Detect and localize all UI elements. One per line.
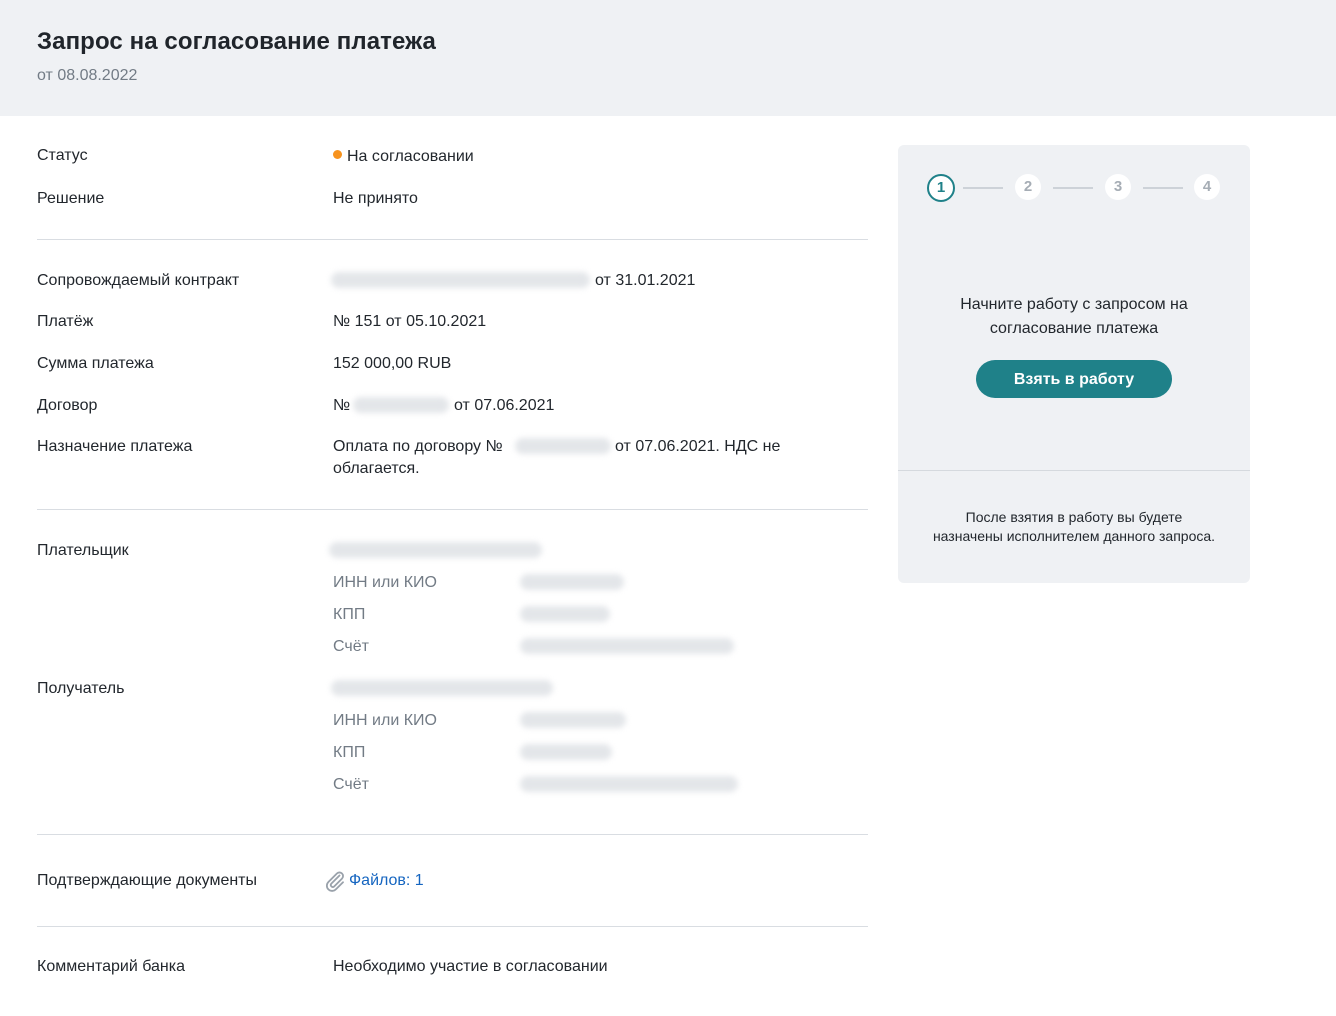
status-text: На согласовании (347, 148, 474, 165)
agreement-label: Договор (37, 397, 98, 414)
step-1-indicator: 1 (927, 174, 955, 202)
recipient-account-label: Счёт (333, 776, 369, 793)
paperclip-icon (325, 871, 344, 892)
step-4-indicator: 4 (1194, 174, 1220, 200)
documents-files-link[interactable]: Файлов: 1 (349, 872, 424, 890)
purpose-prefix: Оплата по договору № (333, 438, 503, 455)
page-date: от 08.08.2022 (37, 67, 138, 84)
panel-note: После взятия в работу вы будете назначен… (898, 508, 1250, 546)
purpose-line2: облагается. (333, 460, 420, 477)
take-to-work-button[interactable]: Взять в работу (976, 360, 1172, 398)
step-2-indicator: 2 (1015, 174, 1041, 200)
payer-label: Плательщик (37, 542, 129, 559)
payment-value: № 151 от 05.10.2021 (333, 313, 487, 330)
decision-label: Решение (37, 190, 105, 207)
section-divider (37, 834, 868, 835)
redacted-purpose-number (515, 438, 611, 454)
step-connector (1053, 187, 1093, 189)
redacted-agreement-number (353, 397, 449, 413)
purpose-label: Назначение платежа (37, 438, 193, 455)
payer-account-label: Счёт (333, 638, 369, 655)
status-dot (333, 150, 342, 160)
panel-message-line2: согласование платежа (989, 320, 1159, 337)
section-divider (37, 239, 868, 240)
agreement-date: от 07.06.2021 (454, 397, 555, 414)
recipient-kpp-label: КПП (333, 744, 366, 761)
page-header: Запрос на согласование платежа от 08.08.… (0, 0, 1336, 116)
redacted-recipient-inn (520, 712, 626, 728)
decision-value: Не принято (333, 190, 418, 207)
status-label: Статус (37, 147, 88, 164)
recipient-inn-label: ИНН или КИО (333, 712, 437, 729)
amount-label: Сумма платежа (37, 355, 154, 372)
page-title: Запрос на согласование платежа (37, 28, 436, 55)
amount-value: 152 000,00 RUB (333, 355, 452, 372)
redacted-recipient-account (520, 776, 738, 792)
comment-value: Необходимо участие в согласовании (333, 958, 608, 975)
comment-label: Комментарий банка (37, 958, 185, 975)
status-value: На согласовании (333, 148, 474, 166)
step-connector (963, 187, 1003, 189)
panel-divider (898, 470, 1250, 471)
redacted-payer-name (329, 542, 542, 558)
agreement-prefix: № (333, 397, 351, 414)
documents-label: Подтверждающие документы (37, 872, 258, 889)
panel-message-line1: Начните работу с запросом на (960, 296, 1188, 313)
section-divider (37, 926, 868, 927)
redacted-payer-account (520, 638, 734, 654)
step-connector (1143, 187, 1183, 189)
redacted-payer-kpp (520, 606, 610, 622)
redacted-contract-number (331, 272, 590, 288)
contract-label: Сопровождаемый контракт (37, 272, 240, 289)
panel-note-line2: назначены исполнителем данного запроса. (932, 528, 1216, 544)
purpose-suffix: от 07.06.2021. НДС не (615, 438, 781, 455)
payer-inn-label: ИНН или КИО (333, 574, 437, 591)
redacted-recipient-name (331, 680, 553, 696)
panel-note-line1: После взятия в работу вы будете (965, 509, 1183, 525)
step-3-indicator: 3 (1105, 174, 1131, 200)
recipient-label: Получатель (37, 680, 125, 697)
contract-date: от 31.01.2021 (595, 272, 696, 289)
payer-kpp-label: КПП (333, 606, 366, 623)
redacted-payer-inn (520, 574, 624, 590)
redacted-recipient-kpp (520, 744, 612, 760)
workflow-panel: 1 2 3 4 Начните работу с запросом на сог… (898, 145, 1250, 583)
payment-label: Платёж (37, 313, 94, 330)
section-divider (37, 509, 868, 510)
